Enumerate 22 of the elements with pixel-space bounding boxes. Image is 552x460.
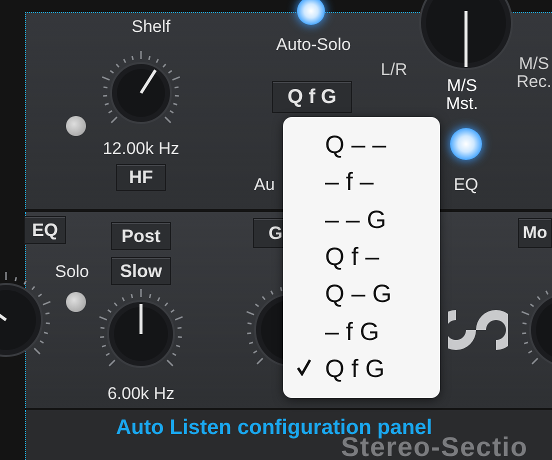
auto-solo-label: Auto-Solo: [275, 35, 352, 54]
mode-option: L/R: [369, 61, 419, 79]
menu-item[interactable]: – f –: [283, 164, 440, 202]
slow-button[interactable]: Slow: [111, 257, 171, 285]
hf-button[interactable]: HF: [116, 164, 166, 191]
eq-label: EQ: [452, 175, 480, 194]
shelf-label: Shelf: [130, 17, 172, 36]
knob[interactable]: [419, 0, 513, 70]
solo-label: Solo: [54, 262, 90, 281]
auto-listen-button[interactable]: Q f G: [272, 81, 352, 113]
frequency-value: 12.00k Hz: [102, 139, 180, 158]
mode-option: M/S Mst.: [434, 77, 490, 113]
menu-item[interactable]: – f G: [283, 313, 440, 351]
frequency-value: 6.00k Hz: [106, 384, 176, 403]
post-button[interactable]: Post: [111, 222, 171, 250]
eq-button[interactable]: EQ: [24, 216, 66, 244]
mode-option: M/S Rec.: [504, 55, 552, 91]
menu-item[interactable]: Q – –: [283, 127, 440, 164]
auto-label: Au: [254, 175, 276, 194]
menu-item[interactable]: Q – G: [283, 276, 440, 314]
mode-button[interactable]: Mo: [518, 218, 552, 248]
menu-item[interactable]: Q f G: [283, 350, 440, 388]
